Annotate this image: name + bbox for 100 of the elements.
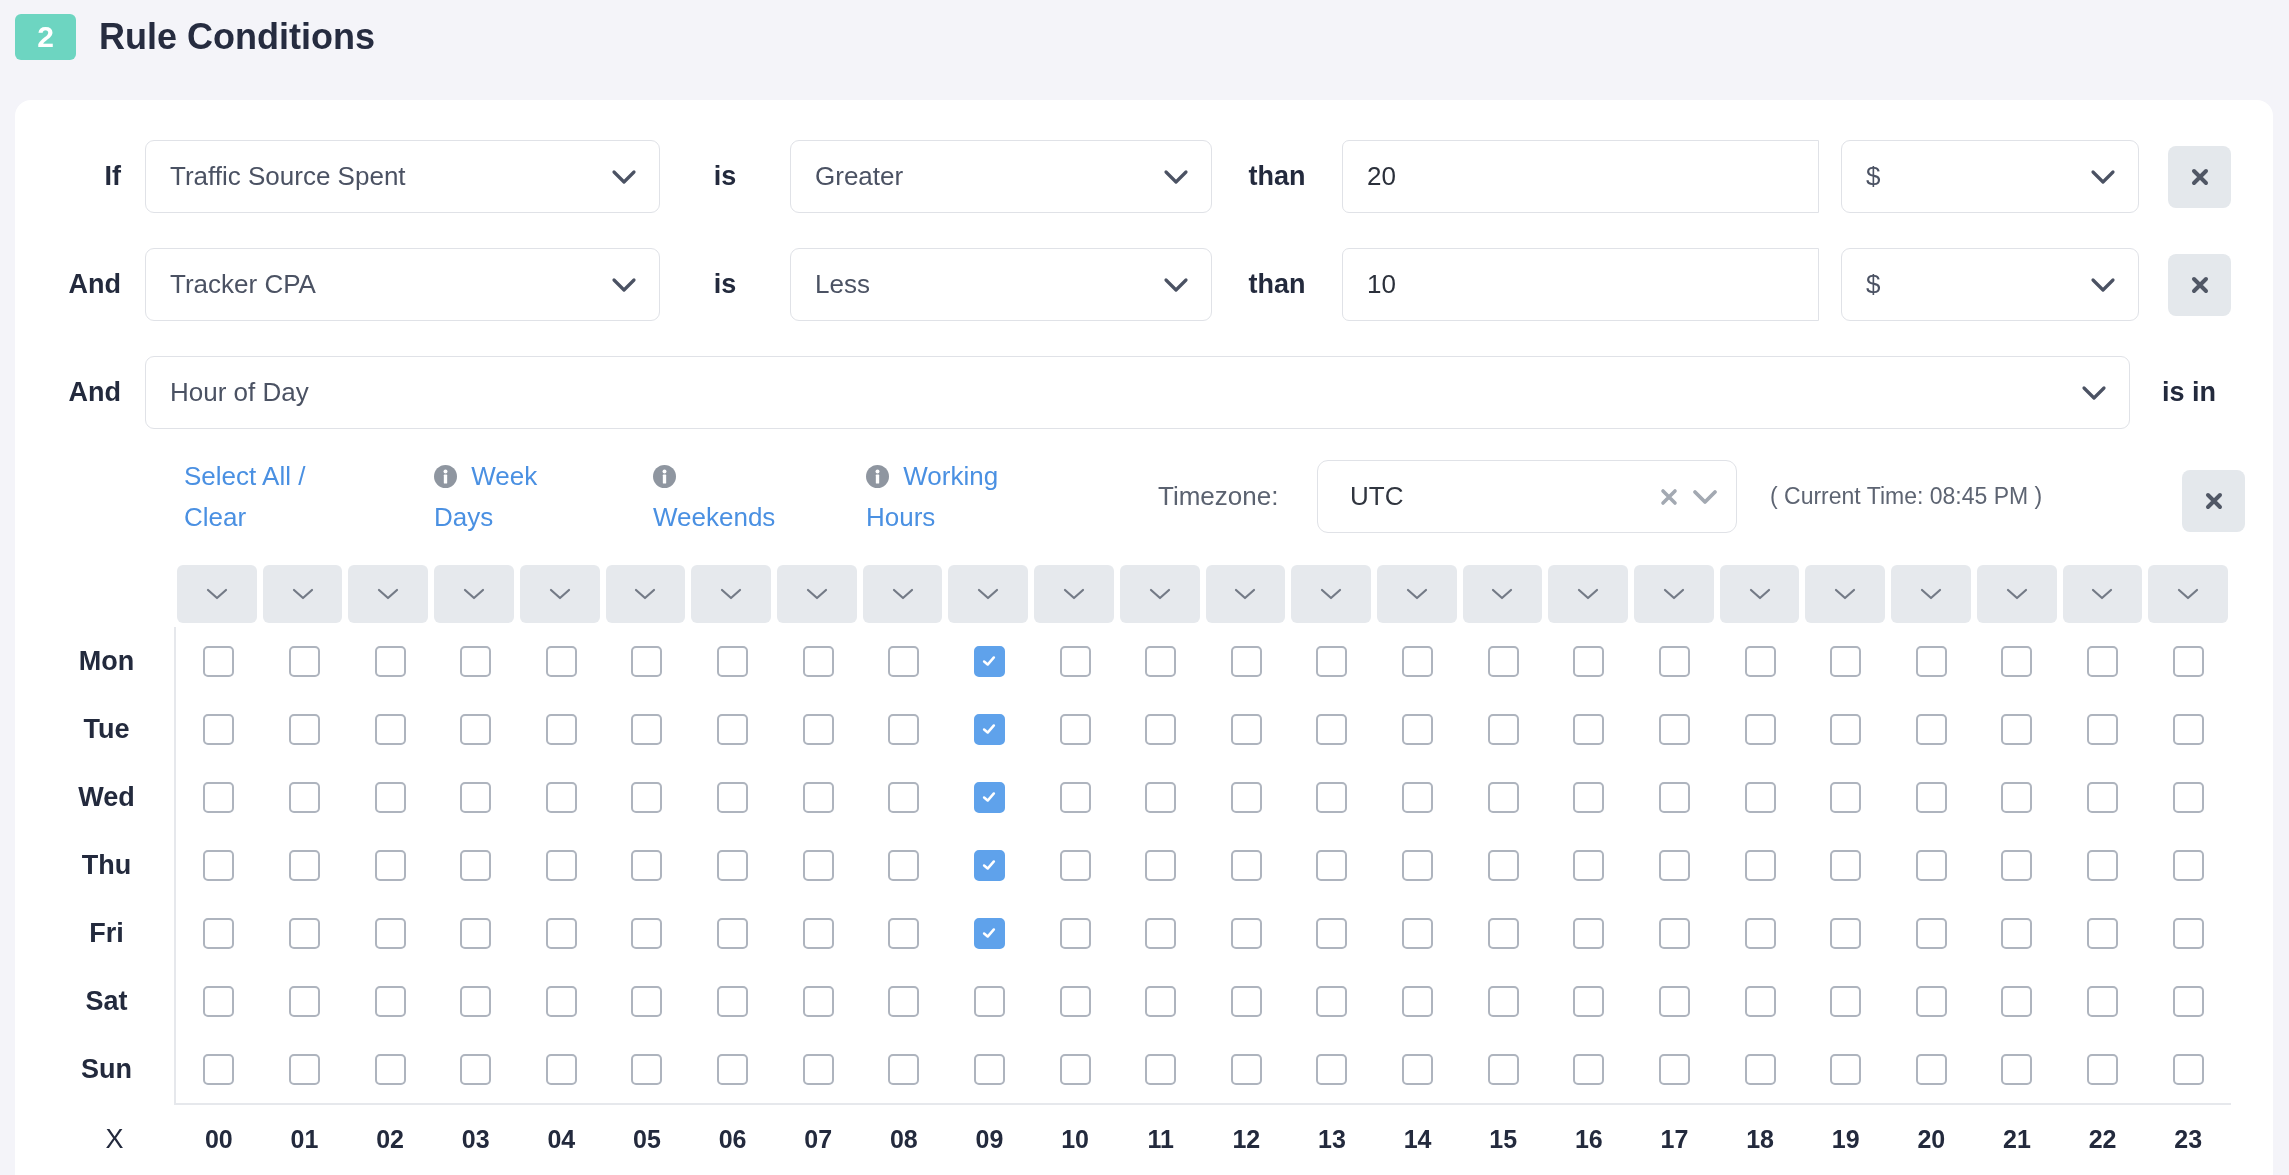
hour-checkbox[interactable]: [1915, 849, 1947, 881]
hour-checkbox[interactable]: [1145, 849, 1177, 881]
unit-dropdown[interactable]: $: [1841, 140, 2139, 213]
hour-checkbox[interactable]: [1830, 917, 1862, 949]
hour-checkbox[interactable]: [288, 917, 320, 949]
column-toggle-button[interactable]: [1291, 565, 1371, 623]
hour-checkbox[interactable]: [1316, 917, 1348, 949]
column-toggle-button[interactable]: [262, 565, 343, 623]
value-input[interactable]: 10: [1342, 248, 1819, 321]
hour-checkbox[interactable]: [203, 713, 235, 745]
hour-checkbox[interactable]: [374, 1053, 406, 1085]
hour-checkbox[interactable]: [717, 781, 749, 813]
hour-checkbox[interactable]: [1316, 1053, 1348, 1085]
hour-checkbox[interactable]: [1915, 985, 1947, 1017]
hour-checkbox[interactable]: [1744, 917, 1776, 949]
hour-checkbox[interactable]: [2087, 645, 2119, 677]
hour-checkbox[interactable]: [460, 713, 492, 745]
hour-checkbox[interactable]: [1744, 985, 1776, 1017]
hour-checkbox[interactable]: [1402, 985, 1434, 1017]
hour-checkbox[interactable]: [288, 985, 320, 1017]
hour-checkbox[interactable]: [545, 849, 577, 881]
hour-checkbox[interactable]: [888, 1053, 920, 1085]
hour-checkbox[interactable]: [288, 713, 320, 745]
hour-checkbox[interactable]: [1487, 917, 1519, 949]
hour-checkbox[interactable]: [802, 645, 834, 677]
hour-checkbox[interactable]: [802, 781, 834, 813]
hour-checkbox[interactable]: [631, 781, 663, 813]
hour-checkbox[interactable]: [2001, 849, 2033, 881]
hour-checkbox[interactable]: [2172, 917, 2204, 949]
hour-checkbox[interactable]: [1145, 1053, 1177, 1085]
column-toggle-button[interactable]: [348, 565, 429, 623]
hour-checkbox[interactable]: [2001, 645, 2033, 677]
hour-checkbox[interactable]: [1230, 713, 1262, 745]
hour-checkbox[interactable]: [973, 781, 1005, 813]
hour-checkbox[interactable]: [1487, 849, 1519, 881]
remove-button[interactable]: [2168, 253, 2231, 316]
hour-checkbox[interactable]: [1744, 1053, 1776, 1085]
hour-checkbox[interactable]: [1915, 917, 1947, 949]
column-toggle-button[interactable]: [177, 565, 257, 623]
column-toggle-button[interactable]: [434, 565, 514, 623]
hour-checkbox[interactable]: [1145, 713, 1177, 745]
hour-checkbox[interactable]: [2001, 1053, 2033, 1085]
hour-checkbox[interactable]: [460, 917, 492, 949]
hour-checkbox[interactable]: [460, 849, 492, 881]
hour-checkbox[interactable]: [973, 917, 1005, 949]
hour-checkbox[interactable]: [631, 917, 663, 949]
hour-checkbox[interactable]: [1145, 781, 1177, 813]
hour-checkbox[interactable]: [374, 917, 406, 949]
hour-checkbox[interactable]: [1145, 645, 1177, 677]
hour-checkbox[interactable]: [2001, 985, 2033, 1017]
hour-checkbox[interactable]: [1316, 985, 1348, 1017]
hour-checkbox[interactable]: [1830, 713, 1862, 745]
hour-checkbox[interactable]: [288, 645, 320, 677]
hour-checkbox[interactable]: [1744, 781, 1776, 813]
hour-checkbox[interactable]: [1830, 1053, 1862, 1085]
hour-checkbox[interactable]: [2172, 849, 2204, 881]
metric-dropdown[interactable]: Tracker CPA: [145, 248, 660, 321]
hour-checkbox[interactable]: [1059, 849, 1091, 881]
hour-checkbox[interactable]: [2172, 645, 2204, 677]
column-toggle-button[interactable]: [948, 565, 1029, 623]
column-toggle-button[interactable]: [1034, 565, 1114, 623]
hour-checkbox[interactable]: [460, 1053, 492, 1085]
hour-checkbox[interactable]: [203, 849, 235, 881]
hour-checkbox[interactable]: [1402, 645, 1434, 677]
hour-checkbox[interactable]: [545, 985, 577, 1017]
hour-checkbox[interactable]: [631, 985, 663, 1017]
hour-checkbox[interactable]: [1830, 849, 1862, 881]
hour-checkbox[interactable]: [2172, 1053, 2204, 1085]
hour-checkbox[interactable]: [2087, 781, 2119, 813]
hour-checkbox[interactable]: [2172, 781, 2204, 813]
hour-checkbox[interactable]: [1487, 985, 1519, 1017]
hour-checkbox[interactable]: [888, 985, 920, 1017]
hour-checkbox[interactable]: [203, 985, 235, 1017]
hour-checkbox[interactable]: [1487, 1053, 1519, 1085]
column-toggle-button[interactable]: [605, 565, 686, 623]
hour-checkbox[interactable]: [1059, 781, 1091, 813]
column-toggle-button[interactable]: [862, 565, 943, 623]
hour-checkbox[interactable]: [374, 985, 406, 1017]
hour-checkbox[interactable]: [545, 713, 577, 745]
hour-checkbox[interactable]: [973, 645, 1005, 677]
hour-checkbox[interactable]: [1658, 985, 1690, 1017]
hour-checkbox[interactable]: [717, 1053, 749, 1085]
hour-checkbox[interactable]: [1230, 781, 1262, 813]
hour-checkbox[interactable]: [888, 917, 920, 949]
hour-checkbox[interactable]: [203, 1053, 235, 1085]
hour-checkbox[interactable]: [1744, 849, 1776, 881]
hour-checkbox[interactable]: [2172, 713, 2204, 745]
hour-checkbox[interactable]: [288, 781, 320, 813]
column-toggle-button[interactable]: [1976, 565, 2057, 623]
column-toggle-button[interactable]: [1205, 565, 1286, 623]
value-input[interactable]: 20: [1342, 140, 1819, 213]
column-toggle-button[interactable]: [519, 565, 600, 623]
hour-checkbox[interactable]: [1573, 713, 1605, 745]
column-toggle-button[interactable]: [1634, 565, 1714, 623]
remove-button[interactable]: [2168, 145, 2231, 208]
hour-checkbox[interactable]: [1230, 917, 1262, 949]
column-toggle-button[interactable]: [776, 565, 857, 623]
hour-checkbox[interactable]: [545, 781, 577, 813]
hour-checkbox[interactable]: [545, 645, 577, 677]
hour-checkbox[interactable]: [2087, 713, 2119, 745]
